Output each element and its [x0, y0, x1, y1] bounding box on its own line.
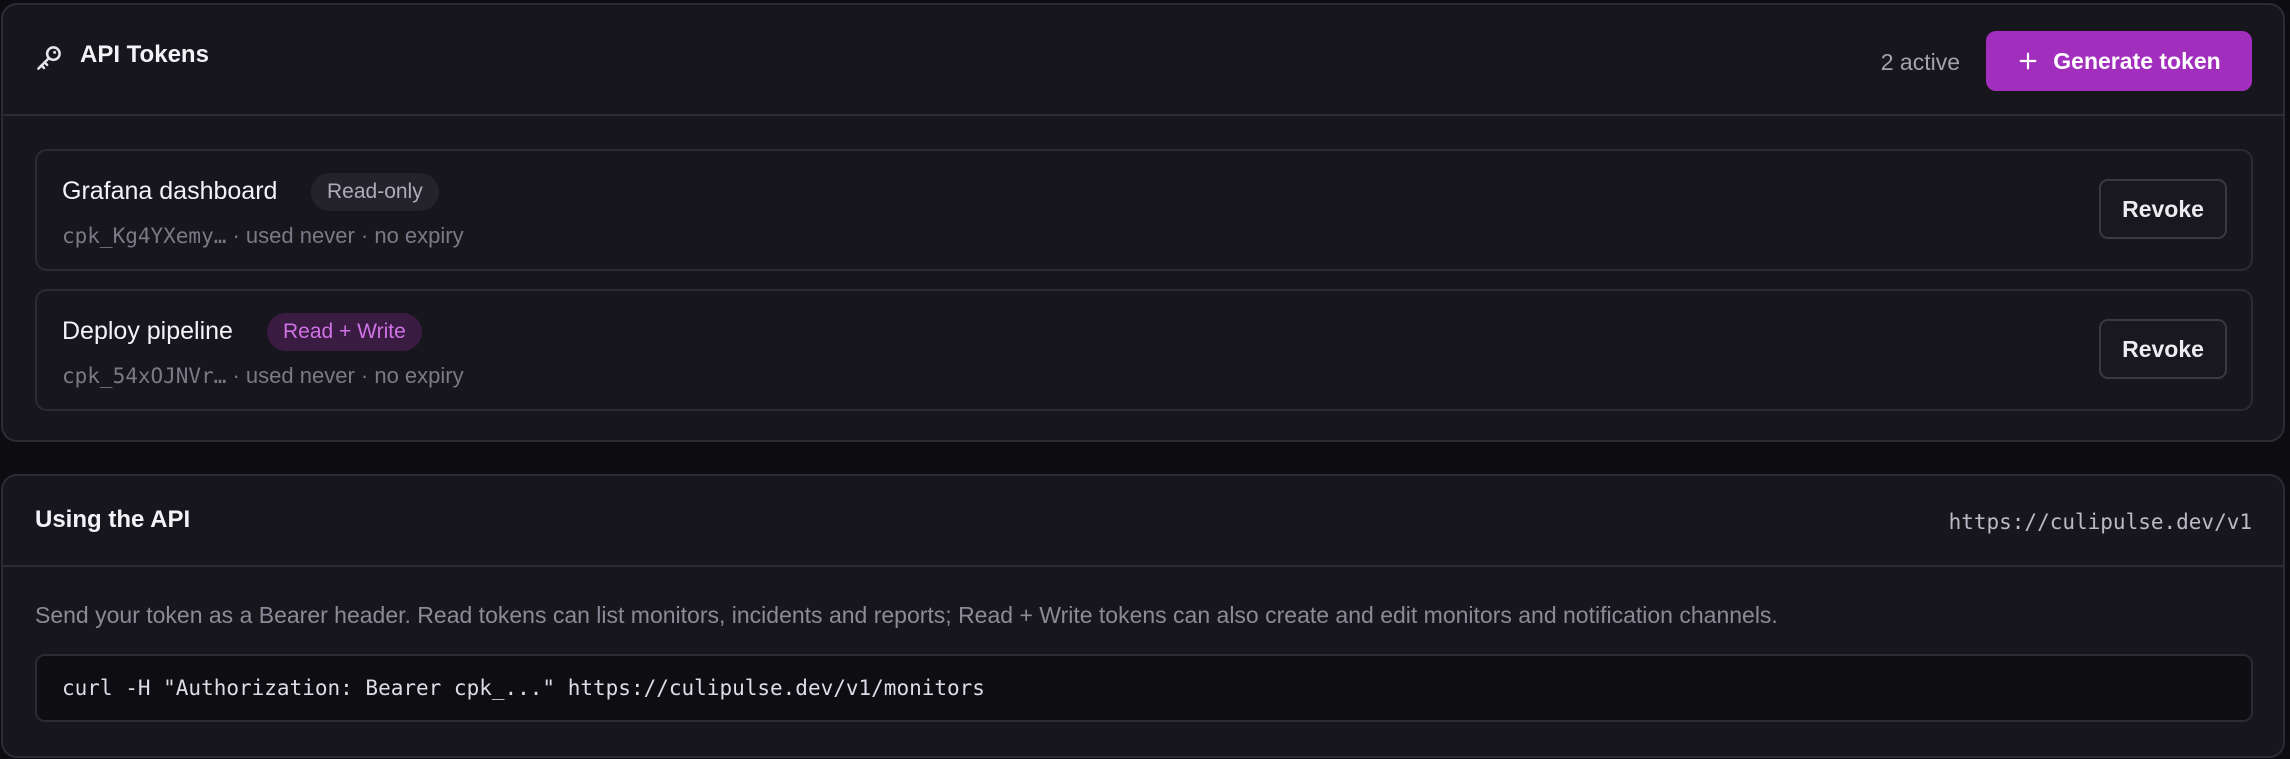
api-usage-header: Using the API https://culipulse.dev/v1 — [3, 476, 2283, 567]
token-row: Deploy pipeline Read + Write cpk_54xOJNV… — [35, 289, 2253, 411]
api-description: Send your token as a Bearer header. Read… — [35, 602, 1778, 628]
scope-badge: Read-only — [311, 173, 439, 211]
token-name: Deploy pipeline — [62, 317, 233, 345]
token-meta: cpk_54xOJNVr… · used never · no expiry — [62, 363, 464, 389]
plus-icon — [2019, 52, 2037, 70]
active-token-count: 2 active — [1880, 49, 1960, 75]
generate-token-button[interactable]: Generate token — [1986, 31, 2252, 91]
token-meta: cpk_Kg4YXemy… · used never · no expiry — [62, 223, 464, 249]
token-usage: · used never · no expiry — [226, 363, 464, 388]
revoke-button[interactable]: Revoke — [2099, 319, 2227, 379]
token-usage: · used never · no expiry — [226, 223, 464, 248]
generate-token-label: Generate token — [2053, 47, 2221, 74]
api-usage-title: Using the API — [35, 506, 191, 533]
token-prefix: cpk_Kg4YXemy… — [62, 224, 227, 248]
api-tokens-title: API Tokens — [80, 41, 209, 68]
example-command: curl -H "Authorization: Bearer cpk_..." … — [62, 676, 985, 700]
scope-badge: Read + Write — [267, 313, 422, 351]
revoke-button[interactable]: Revoke — [2099, 179, 2227, 239]
token-name: Grafana dashboard — [62, 177, 278, 205]
key-icon — [37, 46, 61, 70]
token-prefix: cpk_54xOJNVr… — [62, 364, 227, 388]
api-tokens-header: API Tokens 2 active Generate token — [3, 5, 2283, 116]
api-tokens-card: API Tokens 2 active Generate token Grafa… — [1, 3, 2285, 442]
api-usage-card: Using the API https://culipulse.dev/v1 S… — [1, 474, 2285, 758]
api-base-url: https://culipulse.dev/v1 — [1948, 510, 2252, 534]
token-row: Grafana dashboard Read-only cpk_Kg4YXemy… — [35, 149, 2253, 271]
example-code-block[interactable]: curl -H "Authorization: Bearer cpk_..." … — [35, 654, 2253, 722]
